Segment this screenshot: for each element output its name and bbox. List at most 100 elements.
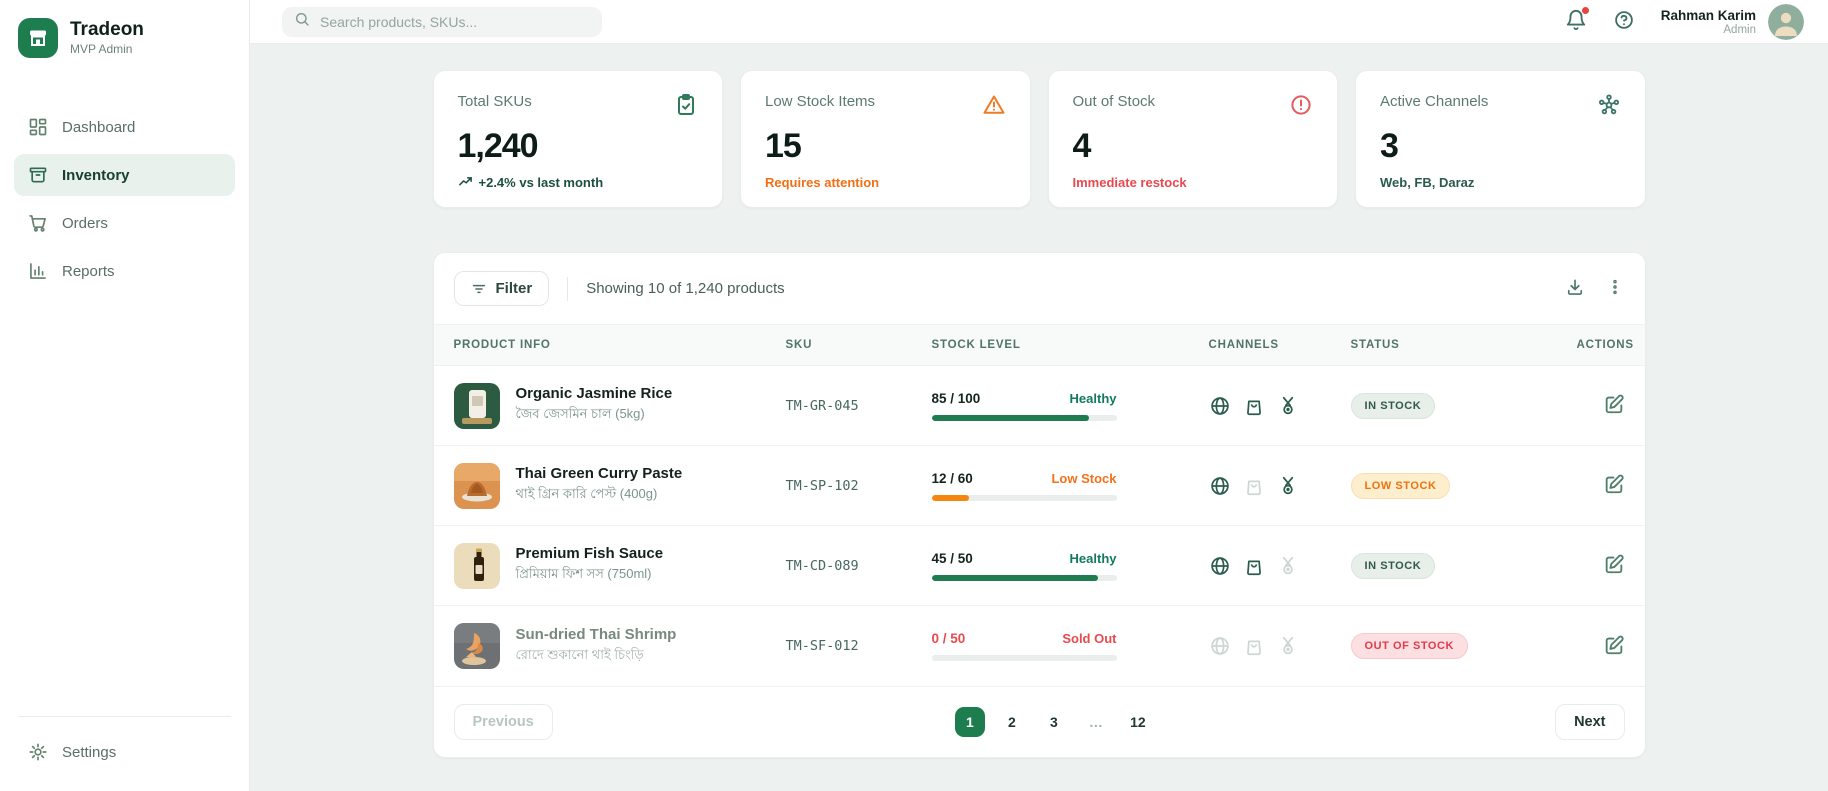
- stat-label: Total SKUs: [457, 93, 532, 110]
- edit-button[interactable]: [1603, 473, 1625, 498]
- stat-subtext: +2.4% vs last month: [458, 175, 699, 190]
- product-subtitle: জৈব জেসমিন চাল (5kg): [515, 406, 645, 421]
- stock-level-cell: 12 / 60 Low Stock: [931, 470, 1117, 501]
- page-numbers: 1 2 3 … 12: [553, 707, 1555, 737]
- topbar-right: Rahman Karim Admin: [1565, 3, 1804, 40]
- sidebar-item-dashboard[interactable]: Dashboard: [14, 106, 235, 148]
- stat-card-active-channels: Active Channels 3 Web, FB, Daraz: [1355, 70, 1646, 208]
- edit-icon: [1603, 393, 1625, 418]
- stock-progress-bar: [931, 574, 1117, 581]
- table-row: Sun-dried Thai Shrimp রোদে শুকানো থাই চি…: [434, 606, 1645, 686]
- clipboard-check-icon: [674, 93, 698, 117]
- table-row: Thai Green Curry Paste থাই গ্রিন কারি পে…: [433, 446, 1645, 526]
- product-thumbnail-rice: [453, 382, 500, 429]
- brand: Tradeon MVP Admin: [0, 0, 249, 68]
- sidebar: Tradeon MVP Admin Dashboard Inventory Or…: [0, 0, 250, 791]
- sidebar-item-orders[interactable]: Orders: [14, 202, 235, 244]
- download-button[interactable]: [1565, 277, 1585, 300]
- sidebar-bottom: Settings: [0, 716, 249, 791]
- fb-shop-bag-icon: [1243, 395, 1265, 417]
- stat-cards: Total SKUs 1,240 +2.4% vs last month Low…: [432, 70, 1646, 208]
- web-channel-globe-icon: [1209, 475, 1231, 497]
- product-subtitle: থাই গ্রিন কারি পেস্ট (400g): [515, 486, 658, 501]
- stat-value: 3: [1380, 127, 1399, 165]
- product-sku: TM-GR-045: [785, 397, 859, 414]
- edit-button[interactable]: [1603, 553, 1625, 578]
- product-thumbnail-fish-sauce: [453, 542, 500, 589]
- product-sku: TM-SP-102: [785, 477, 859, 494]
- notifications-button[interactable]: [1565, 7, 1589, 34]
- notification-dot: [1581, 7, 1589, 14]
- sidebar-item-label: Reports: [62, 262, 115, 280]
- product-thumbnail-shrimp: [453, 623, 500, 669]
- edit-button[interactable]: [1603, 393, 1625, 418]
- column-header-channels: CHANNELS: [1208, 339, 1279, 351]
- storefront-logo-icon: [18, 18, 58, 58]
- brand-name: Tradeon: [70, 18, 144, 40]
- stat-value: 4: [1072, 127, 1092, 165]
- stat-subtext: Web, FB, Daraz: [1380, 175, 1475, 190]
- sidebar-nav: Dashboard Inventory Orders Reports: [0, 106, 249, 292]
- stat-value: 1,240: [457, 127, 539, 165]
- pagination: Previous 1 2 3 … 12 Next: [433, 686, 1645, 757]
- stock-state-label: Low Stock: [1051, 470, 1117, 486]
- sidebar-item-inventory[interactable]: Inventory: [14, 154, 235, 196]
- status-badge: IN STOCK: [1350, 392, 1436, 419]
- stat-value: 15: [765, 127, 802, 165]
- column-header-status: STATUS: [1350, 339, 1400, 351]
- user-role: Admin: [1723, 23, 1756, 36]
- edit-button[interactable]: [1603, 634, 1625, 659]
- page-ellipsis: …: [1081, 707, 1111, 737]
- product-name: Sun-dried Thai Shrimp: [515, 625, 677, 643]
- fb-shop-bag-icon: [1243, 635, 1265, 657]
- sidebar-item-reports[interactable]: Reports: [14, 250, 235, 292]
- edit-icon: [1603, 553, 1625, 578]
- product-sku: TM-SF-012: [785, 638, 859, 654]
- status-badge: IN STOCK: [1350, 552, 1436, 579]
- status-badge: OUT OF STOCK: [1350, 633, 1469, 659]
- page-content: Total SKUs 1,240 +2.4% vs last month Low…: [432, 70, 1646, 758]
- product-thumbnail-curry-paste: [453, 462, 500, 509]
- stat-label: Low Stock Items: [765, 93, 876, 110]
- avatar: [1768, 3, 1804, 40]
- network-icon: [1597, 93, 1621, 117]
- stock-progress-bar: [931, 655, 1117, 661]
- filter-icon: [471, 281, 487, 297]
- app-root: Tradeon MVP Admin Dashboard Inventory Or…: [0, 0, 1828, 791]
- stat-label: Active Channels: [1380, 93, 1489, 110]
- toolbar-divider: [567, 276, 569, 301]
- inventory-box-icon: [28, 165, 48, 185]
- product-subtitle: প্রিমিয়াম ফিশ সস (750ml): [515, 566, 652, 581]
- more-options-button[interactable]: [1605, 277, 1625, 300]
- brand-subtitle: MVP Admin: [70, 42, 133, 57]
- sidebar-item-settings[interactable]: Settings: [14, 731, 235, 773]
- stock-state-label: Healthy: [1069, 550, 1117, 566]
- table-row: Organic Jasmine Rice জৈব জেসমিন চাল (5kg…: [433, 366, 1645, 446]
- filter-button[interactable]: Filter: [453, 271, 550, 306]
- search-input[interactable]: [320, 13, 590, 30]
- stock-state-label: Sold Out: [1062, 631, 1117, 646]
- edit-icon: [1603, 473, 1625, 498]
- trending-up-icon: [458, 175, 473, 190]
- product-sku: TM-CD-089: [785, 557, 859, 574]
- help-button[interactable]: [1613, 9, 1635, 34]
- sidebar-item-label: Orders: [62, 214, 108, 232]
- channels-cell: [1209, 635, 1351, 657]
- kebab-menu-icon: [1605, 277, 1625, 300]
- stat-subtext: Immediate restock: [1072, 175, 1187, 190]
- next-page-button[interactable]: Next: [1555, 704, 1625, 740]
- page-button-2[interactable]: 2: [997, 707, 1027, 737]
- channels-cell: [1209, 555, 1351, 577]
- previous-page-button[interactable]: Previous: [453, 704, 553, 740]
- user-menu[interactable]: Rahman Karim Admin: [1661, 3, 1804, 40]
- sidebar-item-label: Dashboard: [62, 118, 136, 136]
- page-button-12[interactable]: 12: [1123, 707, 1153, 737]
- page-button-3[interactable]: 3: [1039, 707, 1069, 737]
- web-channel-globe-icon: [1209, 395, 1231, 417]
- table-toolbar: Filter Showing 10 of 1,240 products: [434, 253, 1645, 324]
- download-icon: [1565, 277, 1585, 300]
- daraz-channel-icon: [1277, 555, 1299, 577]
- edit-icon: [1603, 634, 1625, 659]
- page-button-1[interactable]: 1: [954, 707, 985, 737]
- stock-level-cell: 85 / 100 Healthy: [931, 391, 1117, 421]
